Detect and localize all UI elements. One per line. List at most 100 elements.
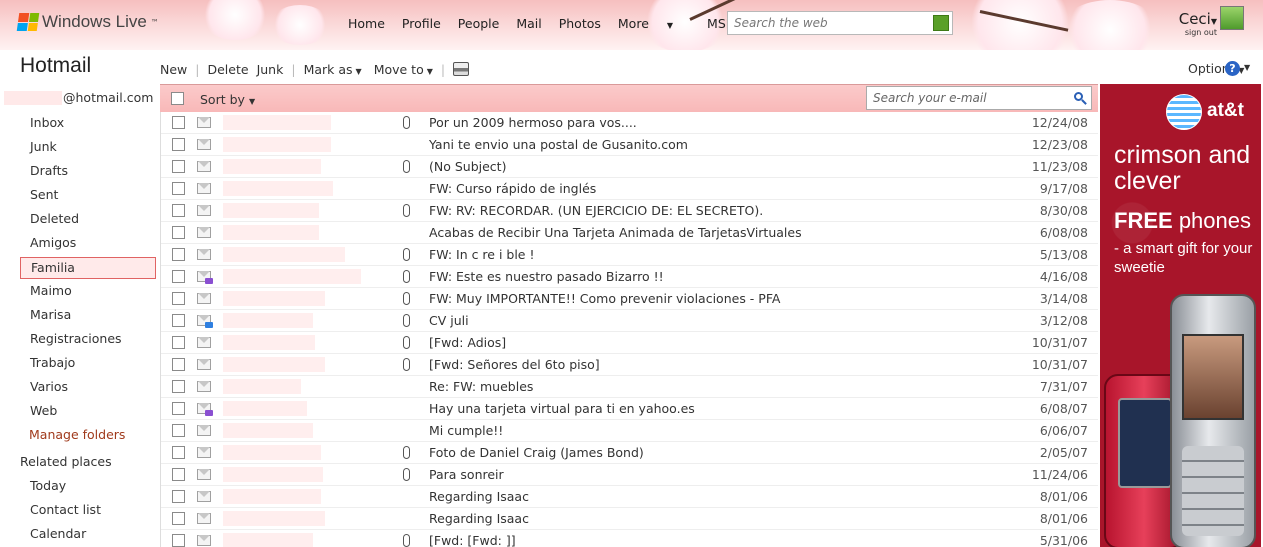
message-subject[interactable]: Mi cumple!! [429,423,503,438]
search-icon[interactable] [933,15,949,31]
folder-familia[interactable]: Familia [20,257,156,279]
message-row[interactable]: FW: Muy IMPORTANTE!! Como prevenir viola… [161,288,1098,310]
related-calendar[interactable]: Calendar [20,524,156,547]
move-to-button[interactable]: Move to ▼ [374,62,433,77]
message-row[interactable]: Yani te envio una postal de Gusanito.com… [161,134,1098,156]
junk-button[interactable]: Junk [257,62,284,77]
search-icon[interactable] [1074,92,1083,101]
message-subject[interactable]: CV juli [429,313,469,328]
message-subject[interactable]: Regarding Isaac [429,511,529,526]
message-subject[interactable]: [Fwd: Señores del 6to piso] [429,357,600,372]
folder-registraciones[interactable]: Registraciones [20,329,156,353]
message-row[interactable]: Regarding Isaac 8/01/06 [161,508,1098,530]
manage-folders-link[interactable]: Manage folders [20,425,156,452]
user-menu[interactable]: Ceci▼ sign out [1175,10,1217,37]
folder-web[interactable]: Web [20,401,156,425]
nav-more[interactable]: More ▼ [618,16,690,31]
message-checkbox[interactable] [172,292,185,305]
mail-search-input[interactable] [867,87,1063,109]
nav-profile[interactable]: Profile [402,16,441,31]
nav-home[interactable]: Home [348,16,385,31]
message-checkbox[interactable] [172,204,185,217]
message-checkbox[interactable] [172,138,185,151]
related-today[interactable]: Today [20,476,156,500]
new-button[interactable]: New [160,62,187,77]
nav-photos[interactable]: Photos [559,16,601,31]
folder-sent[interactable]: Sent [20,185,156,209]
nav-mail[interactable]: Mail [516,16,541,31]
message-subject[interactable]: Regarding Isaac [429,489,529,504]
message-checkbox[interactable] [172,336,185,349]
message-row[interactable]: Hay una tarjeta virtual para ti en yahoo… [161,398,1098,420]
message-row[interactable]: FW: In c re i ble ! 5/13/08 [161,244,1098,266]
message-row[interactable]: FW: RV: RECORDAR. (UN EJERCICIO DE: EL S… [161,200,1098,222]
message-row[interactable]: Regarding Isaac 8/01/06 [161,486,1098,508]
message-row[interactable]: [Fwd: [Fwd: ]] 5/31/06 [161,530,1098,547]
folder-varios[interactable]: Varios [20,377,156,401]
message-checkbox[interactable] [172,314,185,327]
sign-out-link[interactable]: sign out [1175,28,1217,37]
message-checkbox[interactable] [172,160,185,173]
message-row[interactable]: Por un 2009 hermoso para vos.... 12/24/08 [161,112,1098,134]
message-row[interactable]: FW: Curso rápido de inglés 9/17/08 [161,178,1098,200]
message-checkbox[interactable] [172,182,185,195]
message-checkbox[interactable] [172,358,185,371]
message-row[interactable]: Foto de Daniel Craig (James Bond) 2/05/07 [161,442,1098,464]
message-checkbox[interactable] [172,248,185,261]
chevron-down-icon[interactable]: ▼ [1244,63,1250,72]
advertisement-banner[interactable]: at&t crimson and clever FREE phones - a … [1100,84,1261,547]
message-row[interactable]: [Fwd: Señores del 6to piso] 10/31/07 [161,354,1098,376]
folder-inbox[interactable]: Inbox [20,113,156,137]
message-checkbox[interactable] [172,270,185,283]
printer-icon[interactable] [453,62,470,76]
folder-maimo[interactable]: Maimo [20,281,156,305]
select-all-checkbox[interactable] [171,92,184,105]
message-checkbox[interactable] [172,490,185,503]
folder-junk[interactable]: Junk [20,137,156,161]
message-checkbox[interactable] [172,446,185,459]
message-row[interactable]: [Fwd: Adios] 10/31/07 [161,332,1098,354]
help-icon[interactable]: ? [1225,61,1240,76]
message-subject[interactable]: FW: Este es nuestro pasado Bizarro !! [429,269,664,284]
message-row[interactable]: CV juli 3/12/08 [161,310,1098,332]
delete-button[interactable]: Delete [207,62,248,77]
avatar[interactable] [1220,6,1244,30]
message-row[interactable]: Acabas de Recibir Una Tarjeta Animada de… [161,222,1098,244]
mark-as-button[interactable]: Mark as ▼ [304,62,362,77]
message-checkbox[interactable] [172,380,185,393]
sort-by-menu[interactable]: Sort by ▼ [200,92,255,107]
message-row[interactable]: Mi cumple!! 6/06/07 [161,420,1098,442]
message-subject[interactable]: Yani te envio una postal de Gusanito.com [429,137,688,152]
message-subject[interactable]: [Fwd: [Fwd: ]] [429,533,516,547]
web-search-input[interactable] [728,12,924,34]
message-checkbox[interactable] [172,424,185,437]
message-subject[interactable]: [Fwd: Adios] [429,335,506,350]
folder-marisa[interactable]: Marisa [20,305,156,329]
windows-live-logo[interactable]: Windows Live ™ [16,12,159,32]
related-contact-list[interactable]: Contact list [20,500,156,524]
message-row[interactable]: Para sonreir 11/24/06 [161,464,1098,486]
message-subject[interactable]: FW: In c re i ble ! [429,247,535,262]
nav-people[interactable]: People [458,16,500,31]
message-subject[interactable]: Acabas de Recibir Una Tarjeta Animada de… [429,225,802,240]
message-checkbox[interactable] [172,512,185,525]
message-checkbox[interactable] [172,116,185,129]
message-row[interactable]: FW: Este es nuestro pasado Bizarro !! 4/1… [161,266,1098,288]
folder-amigos[interactable]: Amigos [20,233,156,257]
message-subject[interactable]: FW: Muy IMPORTANTE!! Como prevenir viola… [429,291,780,306]
message-subject[interactable]: FW: Curso rápido de inglés [429,181,596,196]
folder-deleted[interactable]: Deleted [20,209,156,233]
message-subject[interactable]: Por un 2009 hermoso para vos.... [429,115,637,130]
message-checkbox[interactable] [172,468,185,481]
folder-drafts[interactable]: Drafts [20,161,156,185]
message-row[interactable]: (No Subject) 11/23/08 [161,156,1098,178]
message-checkbox[interactable] [172,534,185,547]
message-row[interactable]: Re: FW: muebles 7/31/07 [161,376,1098,398]
message-checkbox[interactable] [172,402,185,415]
message-subject[interactable]: (No Subject) [429,159,506,174]
message-subject[interactable]: Para sonreir [429,467,504,482]
message-checkbox[interactable] [172,226,185,239]
app-title[interactable]: Hotmail [20,54,91,78]
folder-trabajo[interactable]: Trabajo [20,353,156,377]
message-subject[interactable]: Re: FW: muebles [429,379,533,394]
